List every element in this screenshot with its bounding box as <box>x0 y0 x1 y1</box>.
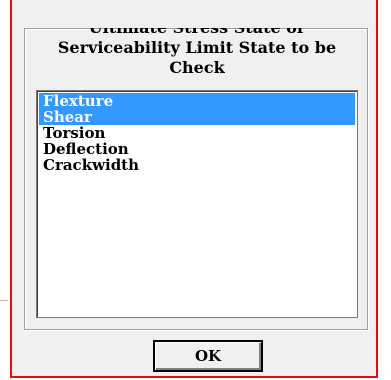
ok-button[interactable]: OK <box>153 340 263 372</box>
list-item-deflection[interactable]: Deflection <box>39 141 355 157</box>
list-item-flexture[interactable]: Flexture <box>39 93 355 109</box>
list-item-torsion[interactable]: Torsion <box>39 125 355 141</box>
list-item-crackwidth[interactable]: Crackwidth <box>39 157 355 173</box>
background-window-divider <box>0 300 8 301</box>
list-item-shear[interactable]: Shear <box>39 109 355 125</box>
group-title-line-1-clipped: Ultimate Stress State or <box>34 28 360 38</box>
group-title-line-3: Check <box>169 58 225 77</box>
group-title-line-1: Ultimate Stress State or <box>34 28 360 38</box>
limit-state-listbox[interactable]: Flexture Shear Torsion Deflection Crackw… <box>36 90 358 318</box>
group-box-title: Ultimate Stress State or Serviceability … <box>34 28 360 78</box>
group-title-line-2: Serviceability Limit State to be <box>57 38 337 57</box>
